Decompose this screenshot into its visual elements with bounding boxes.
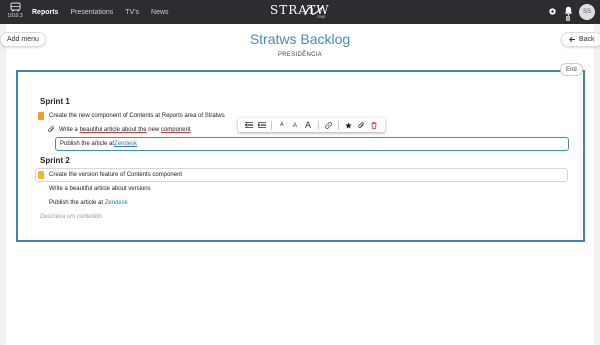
settings-icon[interactable]	[547, 6, 557, 16]
subtask-text[interactable]: Publish the article at Zendesk	[49, 200, 128, 206]
subtask-span-2: component	[160, 127, 191, 133]
bell-icon[interactable]	[563, 6, 573, 16]
indent-button[interactable]	[255, 118, 268, 132]
subtask-span-1: beautiful article about the	[79, 127, 147, 133]
task-text[interactable]: Create the version feature of Contents c…	[49, 172, 182, 178]
attach-button[interactable]	[355, 118, 368, 132]
new-content-placeholder[interactable]: Descreva um conteúdo	[40, 214, 102, 220]
star-icon	[344, 121, 352, 129]
trash-icon	[371, 121, 377, 129]
nav-presentations[interactable]: Presentations	[70, 9, 113, 16]
subtask-text[interactable]: Write a beautiful article about versions	[49, 186, 151, 192]
task-edit-input[interactable]: Publish the article at Zendesk	[55, 137, 569, 151]
main-nav: Reports Presentations TV's News	[32, 0, 169, 24]
paperclip-icon	[357, 121, 364, 128]
subtask-text[interactable]: Write a beautiful article about the new …	[59, 127, 191, 133]
subtask-pre: Publish the article at	[49, 200, 105, 206]
attachment-icon[interactable]	[48, 126, 55, 133]
link-icon	[324, 121, 332, 129]
subtask-pre: Write a	[59, 127, 80, 133]
font-large-button[interactable]: A	[301, 118, 314, 132]
sprint-title: Sprint 1	[40, 97, 70, 106]
indent-icon	[257, 122, 266, 128]
font-small-button[interactable]: A	[275, 118, 288, 132]
end-button[interactable]: End	[560, 63, 583, 76]
link-button[interactable]	[322, 118, 335, 132]
page-subtitle: PRESIDÊNCIA	[278, 52, 322, 58]
zendesk-link[interactable]: Zendesk	[105, 200, 128, 206]
nav-news[interactable]: News	[151, 9, 169, 16]
subtask-mid: new	[146, 127, 161, 133]
app-version: 1910.3	[7, 13, 23, 19]
outdent-button[interactable]	[242, 118, 255, 132]
zendesk-link[interactable]: Zendesk	[114, 141, 137, 147]
sprint-title: Sprint 2	[40, 156, 70, 165]
task-text[interactable]: Create the new component of Contents at …	[49, 113, 225, 119]
app-logo[interactable]: 1910.3	[5, 2, 25, 22]
format-toolbar: A A A	[238, 118, 385, 132]
nav-tvs[interactable]: TV's	[125, 9, 139, 16]
bus-icon	[10, 2, 20, 12]
star-button[interactable]	[342, 118, 355, 132]
top-bar: 1910.3 Reports Presentations TV's News S…	[0, 0, 600, 24]
font-medium-button[interactable]: A	[288, 118, 301, 132]
notification-count: 0	[566, 16, 571, 21]
brand-sub: ONE	[317, 14, 326, 19]
toolbar-divider	[317, 120, 319, 130]
task-marker[interactable]	[38, 112, 44, 120]
outdent-icon	[244, 122, 253, 128]
toolbar-divider	[271, 120, 273, 130]
delete-button[interactable]	[368, 118, 381, 132]
avatar[interactable]: SS	[579, 4, 595, 20]
page-title: Stratws Backlog	[249, 31, 351, 47]
toolbar-divider	[337, 120, 339, 130]
edit-text-pre: Publish the article at	[60, 141, 115, 147]
nav-reports[interactable]: Reports	[32, 9, 58, 16]
task-marker[interactable]	[38, 171, 44, 179]
